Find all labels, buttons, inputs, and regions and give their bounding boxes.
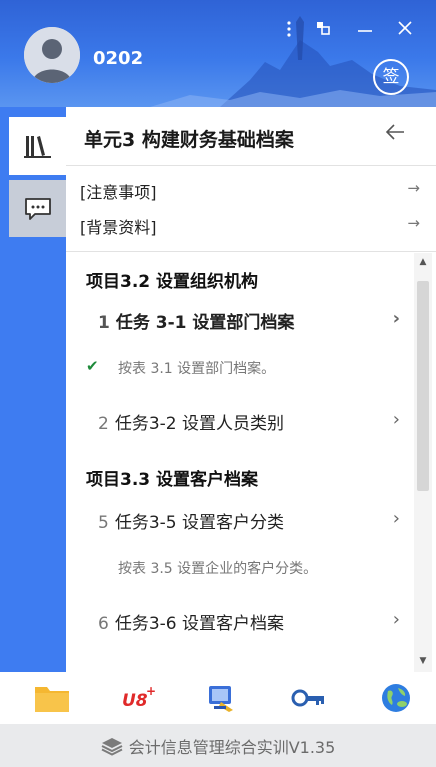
chevron-right-icon: › (392, 508, 400, 529)
project-title: 项目3.2 设置组织机构 (86, 272, 259, 292)
key-icon (291, 689, 324, 707)
restore-icon[interactable] (312, 20, 334, 40)
task-number: 1 (98, 313, 110, 333)
chat-icon (24, 197, 51, 220)
task-note: 按表 3.1 设置部门档案。 (118, 361, 276, 377)
layers-icon (101, 737, 123, 756)
footer: 会计信息管理综合实训V1.35 (0, 724, 436, 767)
scroll-up-icon[interactable]: ▲ (414, 257, 432, 267)
main-panel: 单元3 构建财务基础档案 [注意事项] → [背景资料] → 项目3.2 设置组… (66, 107, 436, 672)
arrow-right-icon: → (407, 179, 420, 197)
task-item[interactable]: 2 任务3-2 设置人员类别 › (98, 409, 414, 434)
sign-in-button[interactable]: 签 (373, 59, 409, 95)
unit-title: 单元3 构建财务基础档案 (84, 129, 294, 151)
finance-tool-button[interactable] (203, 681, 239, 715)
link-background[interactable]: [背景资料] → (80, 214, 420, 238)
more-vertical-icon[interactable] (278, 20, 300, 43)
link-notes-label: [注意事项] (80, 183, 157, 202)
folder-button[interactable] (34, 681, 70, 715)
task-number: 2 (98, 414, 109, 434)
close-icon[interactable] (394, 20, 416, 41)
task-label: 任务3-2 设置人员类别 (114, 414, 284, 434)
u8-sup: + (146, 684, 156, 698)
project-title: 项目3.3 设置客户档案 (86, 470, 259, 490)
u8-plus-button[interactable]: U8 + (120, 681, 156, 715)
avatar[interactable] (24, 27, 80, 83)
minimize-icon[interactable] (354, 20, 376, 40)
header: 0202 签 (0, 0, 436, 107)
finance-tool-icon (209, 686, 233, 712)
scrollbar-thumb[interactable] (417, 281, 429, 491)
globe-icon (382, 684, 410, 712)
divider (66, 165, 436, 166)
key-button[interactable] (290, 681, 326, 715)
tab-messages[interactable] (9, 180, 66, 237)
task-item[interactable]: 1 任务 3-1 设置部门档案 › (98, 308, 414, 333)
library-icon (23, 136, 51, 158)
task-list: 项目3.2 设置组织机构 1 任务 3-1 设置部门档案 › ✔ 按表 3.1 设… (66, 253, 414, 672)
scroll-down-icon[interactable]: ▼ (414, 656, 432, 666)
task-item[interactable]: 6 任务3-6 设置客户档案 › (98, 609, 414, 634)
footer-text: 会计信息管理综合实训V1.35 (128, 737, 336, 757)
back-arrow-icon[interactable] (384, 121, 406, 149)
tab-library[interactable] (9, 117, 66, 175)
globe-button[interactable] (378, 681, 414, 715)
app-window: 0202 签 单元3 构建财务基础档案 [注意事项] → [背景资料] → 项目… (0, 0, 436, 767)
task-number: 6 (98, 614, 109, 634)
task-label: 任务3-5 设置客户分类 (114, 513, 284, 533)
chevron-right-icon: › (392, 308, 400, 329)
task-label: 任务 3-1 设置部门档案 (115, 313, 295, 333)
link-background-label: [背景资料] (80, 218, 157, 237)
task-label: 任务3-6 设置客户档案 (114, 614, 284, 634)
u8-plus-icon: U8 + (122, 684, 156, 711)
folder-icon (35, 687, 69, 712)
footer-content: 会计信息管理综合实训V1.35 (0, 724, 436, 767)
chevron-right-icon: › (392, 609, 400, 630)
divider (66, 251, 436, 252)
arrow-right-icon: → (407, 214, 420, 232)
check-icon: ✔ (86, 357, 99, 375)
scrollbar[interactable]: ▲ ▼ (414, 253, 432, 672)
u8-label: U8 (122, 691, 148, 711)
task-number: 5 (98, 513, 109, 533)
username: 0202 (93, 48, 144, 69)
chevron-right-icon: › (392, 409, 400, 430)
task-item[interactable]: 5 任务3-5 设置客户分类 › (98, 508, 414, 533)
task-note: 按表 3.5 设置企业的客户分类。 (118, 561, 318, 577)
link-notes[interactable]: [注意事项] → (80, 179, 420, 203)
bottom-toolbar: U8 + (0, 672, 436, 724)
user-avatar-icon (24, 27, 80, 83)
